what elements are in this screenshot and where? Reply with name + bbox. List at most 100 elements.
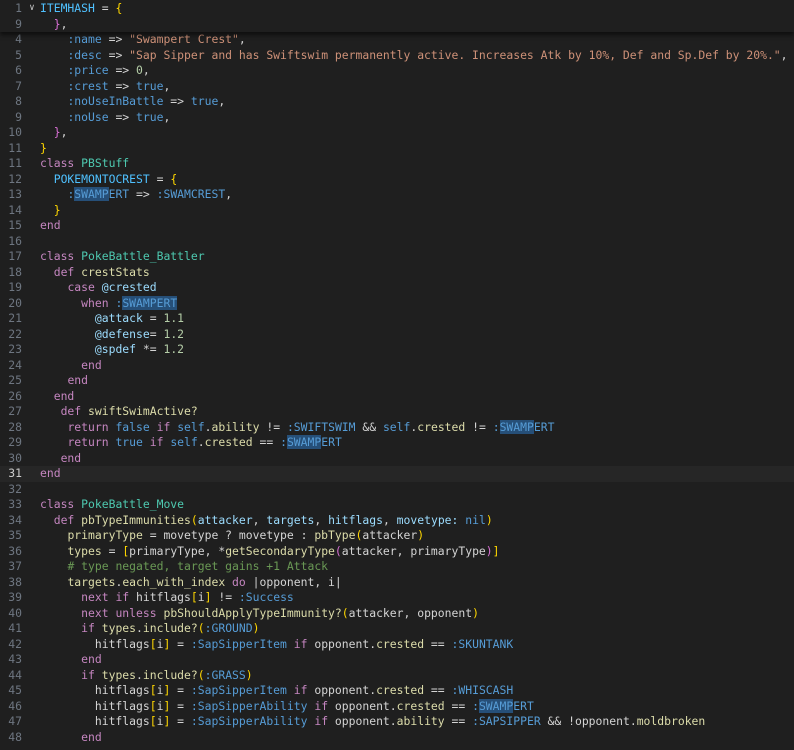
- code-token: end: [81, 652, 102, 666]
- code-token: =>: [108, 63, 137, 77]
- code-line[interactable]: 39 next if hitflags[i] != :Success: [0, 590, 794, 606]
- code-token: =>: [129, 187, 157, 201]
- code-token: 0: [136, 63, 143, 77]
- line-number: 18: [8, 264, 22, 279]
- code-line[interactable]: 19 case @crested: [0, 280, 794, 296]
- code-text: end: [40, 466, 61, 482]
- code-line[interactable]: 38 targets.each_with_index do |opponent,…: [0, 575, 794, 591]
- code-line[interactable]: 44 if types.include?(:GRASS): [0, 668, 794, 684]
- code-token: ==: [444, 714, 473, 728]
- code-line[interactable]: 25 end: [0, 373, 794, 389]
- code-token: ability: [211, 419, 260, 434]
- code-line[interactable]: 34 def pbTypeImmunities(attacker, target…: [0, 513, 794, 529]
- code-text: :noUseInBattle => true,: [40, 94, 225, 110]
- code-line[interactable]: 45 hitflags[i] = :SapSipperItem if oppon…: [0, 683, 794, 699]
- code-line[interactable]: 30 end: [0, 451, 794, 467]
- code-line[interactable]: 40 next unless pbShouldApplyTypeImmunity…: [0, 606, 794, 622]
- code-token: :crest: [67, 78, 109, 93]
- code-line[interactable]: 47 hitflags[i] = :SapSipperAbility if op…: [0, 714, 794, 730]
- code-line[interactable]: 27 def swiftSwimActive?: [0, 404, 794, 420]
- code-line[interactable]: 4 :name => "Swampert Crest",: [0, 32, 794, 48]
- code-line[interactable]: 14 }: [0, 203, 794, 219]
- line-number: 12: [8, 171, 22, 186]
- code-line[interactable]: 17 class PokeBattle_Battler: [0, 249, 794, 265]
- code-token: .: [136, 667, 143, 682]
- line-number: 35: [8, 528, 22, 542]
- code-line[interactable]: 42 hitflags[i] = :SapSipperItem if oppon…: [0, 637, 794, 653]
- code-line[interactable]: 21 @attack = 1.1: [0, 311, 794, 327]
- code-token: =: [170, 636, 191, 651]
- code-line[interactable]: 11 class PBStuff: [0, 156, 794, 172]
- code-line[interactable]: 48 end: [0, 730, 794, 746]
- code-token: next: [81, 605, 109, 620]
- code-token: end: [81, 729, 102, 744]
- code-token: ,: [252, 512, 267, 527]
- code-token: crested: [376, 683, 425, 697]
- code-line[interactable]: 12 POKEMONTOCREST = {: [0, 172, 794, 188]
- code-token: "Swampert Crest": [129, 32, 239, 46]
- code-line[interactable]: 10 },: [0, 125, 794, 141]
- code-line[interactable]: 5 :desc => "Sap Sipper and has Swiftswim…: [0, 48, 794, 64]
- code-line[interactable]: 35 primaryType = movetype ? movetype : p…: [0, 528, 794, 544]
- code-token: end: [60, 450, 82, 465]
- code-line[interactable]: 41 if types.include?(:GROUND): [0, 621, 794, 637]
- code-line[interactable]: 31 end: [0, 466, 794, 482]
- line-number: 26: [8, 388, 22, 403]
- code-line[interactable]: 9 :noUse => true,: [0, 110, 794, 126]
- code-editor[interactable]: 1 ∨ ITEMHASH = {9 }, 4 :name => "Swampert C…: [0, 0, 794, 750]
- code-line[interactable]: 43 end: [0, 652, 794, 668]
- code-line[interactable]: 8 :noUseInBattle => true,: [0, 94, 794, 110]
- code-token: PBStuff: [81, 156, 130, 170]
- code-token: targets: [67, 574, 116, 589]
- code-line[interactable]: 29 return true if self.crested == :SWAMP…: [0, 435, 794, 451]
- code-token: hitflags: [40, 698, 150, 713]
- code-line[interactable]: 26 end: [0, 389, 794, 405]
- code-token: class: [40, 249, 75, 263]
- code-line[interactable]: 36 types = [primaryType, *getSecondaryTy…: [0, 544, 794, 560]
- code-text: end: [40, 652, 102, 668]
- code-line[interactable]: 24 end: [0, 358, 794, 374]
- code-token: if: [149, 435, 164, 449]
- line-number: 7: [15, 78, 22, 93]
- code-token: ERT: [533, 419, 555, 434]
- code-token: :GRASS: [204, 667, 246, 682]
- code-line[interactable]: 13 :SWAMPERT => :SWAMCREST,: [0, 187, 794, 203]
- code-token: |opponent, i|: [245, 574, 342, 589]
- code-line[interactable]: 23 @spdef *= 1.2: [0, 342, 794, 358]
- code-token: ERT: [513, 698, 534, 713]
- code-line[interactable]: 16: [0, 234, 794, 250]
- code-line[interactable]: 33 class PokeBattle_Move: [0, 497, 794, 513]
- code-line[interactable]: 11}: [0, 141, 794, 157]
- code-token: (: [341, 605, 349, 620]
- code-line[interactable]: 22 @defense= 1.2: [0, 327, 794, 343]
- code-token: .: [197, 435, 205, 449]
- code-token: crestStats: [81, 264, 150, 279]
- code-line[interactable]: 46 hitflags[i] = :SapSipperAbility if op…: [0, 698, 794, 715]
- code-line[interactable]: 15 end: [0, 218, 794, 234]
- code-line[interactable]: 37 # type negated, target gains +1 Attac…: [0, 559, 794, 575]
- code-line[interactable]: 7 :crest => true,: [0, 79, 794, 95]
- code-token: (: [197, 621, 205, 635]
- line-number: 40: [8, 605, 22, 620]
- code-line[interactable]: 28 return false if self.ability != :SWIF…: [0, 419, 794, 436]
- code-line[interactable]: 32: [0, 482, 794, 498]
- code-token: ,: [314, 512, 329, 527]
- code-line[interactable]: 20 when :SWAMPERT: [0, 295, 794, 312]
- code-token: def: [53, 264, 75, 279]
- code-text: def pbTypeImmunities(attacker, targets, …: [40, 513, 493, 529]
- code-line[interactable]: 6 :price => 0,: [0, 63, 794, 79]
- code-text: when :SWAMPERT: [40, 295, 178, 312]
- code-line[interactable]: 18 def crestStats: [0, 265, 794, 281]
